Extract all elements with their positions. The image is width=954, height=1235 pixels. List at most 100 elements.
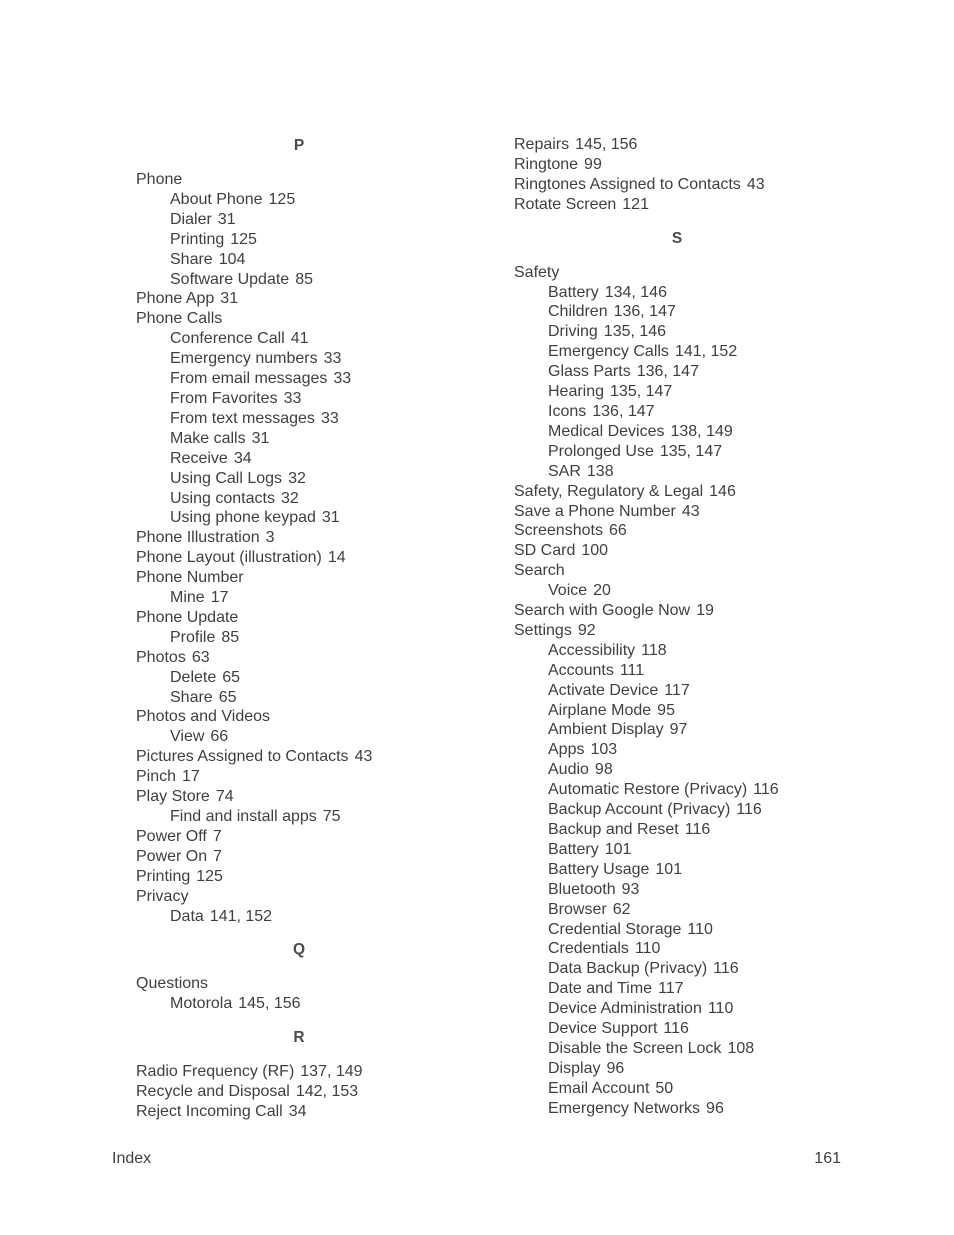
index-page-ref[interactable]: 66 — [609, 522, 627, 539]
index-page-ref[interactable]: 85 — [221, 629, 239, 646]
index-page-ref[interactable]: 135, 147 — [660, 443, 722, 460]
index-page-ref[interactable]: 125 — [196, 868, 223, 885]
index-page-ref[interactable]: 31 — [220, 290, 238, 307]
index-entry: Phone App 31 — [136, 289, 466, 309]
index-page-ref[interactable]: 116 — [713, 960, 739, 977]
index-page-ref[interactable]: 33 — [324, 350, 342, 367]
index-term: Email Account — [548, 1079, 650, 1097]
index-page-ref[interactable]: 104 — [219, 251, 246, 268]
index-page-ref[interactable]: 138, 149 — [670, 423, 732, 440]
index-term: Reject Incoming Call — [136, 1103, 283, 1121]
index-page-ref[interactable]: 110 — [635, 940, 661, 957]
index-page-ref[interactable]: 145, 156 — [238, 995, 300, 1012]
index-page-ref[interactable]: 96 — [606, 1060, 624, 1077]
index-page-ref[interactable]: 65 — [219, 689, 237, 706]
index-page-ref[interactable]: 96 — [706, 1100, 724, 1117]
index-page-ref[interactable]: 103 — [590, 741, 617, 758]
index-page-ref[interactable]: 17 — [182, 768, 200, 785]
index-term: Ringtones Assigned to Contacts — [514, 175, 741, 193]
index-page-ref[interactable]: 31 — [218, 211, 236, 228]
index-page-ref[interactable]: 63 — [192, 649, 210, 666]
index-page-ref[interactable]: 117 — [658, 980, 684, 997]
index-page-ref[interactable]: 95 — [657, 702, 675, 719]
index-page-ref[interactable]: 100 — [581, 542, 608, 559]
index-page-ref[interactable]: 17 — [211, 589, 229, 606]
index-page-ref[interactable]: 125 — [269, 191, 296, 208]
index-entry: Search with Google Now 19 — [514, 601, 844, 621]
index-page-ref[interactable]: 101 — [655, 861, 682, 878]
index-page-ref[interactable]: 92 — [578, 622, 596, 639]
index-page-ref[interactable]: 43 — [747, 176, 765, 193]
index-page-ref[interactable]: 136, 147 — [637, 363, 699, 380]
index-page-ref[interactable]: 145, 156 — [575, 136, 637, 153]
index-page-ref[interactable]: 32 — [281, 490, 299, 507]
index-subentry: Using Call Logs 32 — [136, 469, 466, 489]
index-page-ref[interactable]: 136, 147 — [592, 403, 654, 420]
index-page-ref[interactable]: 7 — [213, 848, 222, 865]
index-page-ref[interactable]: 14 — [328, 549, 346, 566]
index-page-ref[interactable]: 34 — [289, 1103, 307, 1120]
index-page-ref[interactable]: 31 — [322, 509, 340, 526]
index-page-ref[interactable]: 3 — [266, 529, 275, 546]
index-page-ref[interactable]: 75 — [323, 808, 341, 825]
index-page-ref[interactable]: 141, 152 — [675, 343, 737, 360]
index-page-ref[interactable]: 50 — [655, 1080, 673, 1097]
index-term: Data Backup (Privacy) — [548, 960, 708, 978]
index-page-ref[interactable]: 125 — [230, 231, 257, 248]
index-page-ref[interactable]: 33 — [284, 390, 302, 407]
index-page-ref[interactable]: 97 — [670, 721, 688, 738]
index-page-ref[interactable]: 110 — [708, 1000, 734, 1017]
index-page-ref[interactable]: 137, 149 — [300, 1063, 362, 1080]
index-page-ref[interactable]: 41 — [291, 330, 309, 347]
index-term: Children — [548, 303, 608, 321]
index-page-ref[interactable]: 65 — [222, 669, 240, 686]
index-page-ref[interactable]: 34 — [234, 450, 252, 467]
index-entry: Save a Phone Number 43 — [514, 502, 844, 522]
index-page-ref[interactable]: 43 — [682, 503, 700, 520]
index-page-ref[interactable]: 136, 147 — [614, 303, 676, 320]
index-page-ref[interactable]: 85 — [295, 271, 313, 288]
index-page-ref[interactable]: 62 — [613, 901, 631, 918]
index-page-ref[interactable]: 33 — [321, 410, 339, 427]
index-page-ref[interactable]: 31 — [252, 430, 270, 447]
index-page-ref[interactable]: 141, 152 — [210, 908, 272, 925]
index-page-ref[interactable]: 135, 147 — [610, 383, 672, 400]
index-entry: Pinch 17 — [136, 767, 466, 787]
index-page-ref[interactable]: 142, 153 — [296, 1083, 358, 1100]
index-term: Backup and Reset — [548, 821, 679, 838]
index-column-right: Repairs 145, 156 Ringtone 99 Ringtones Assig… — [514, 135, 844, 1119]
index-subentry: Delete 65 — [136, 668, 466, 688]
index-page-ref[interactable]: 108 — [727, 1040, 754, 1057]
index-term: Battery — [548, 283, 599, 301]
index-subentry: Glass Parts 136, 147 — [514, 362, 844, 382]
index-page-ref[interactable]: 32 — [288, 470, 306, 487]
index-page-ref[interactable]: 116 — [685, 821, 711, 838]
index-page-ref[interactable]: 116 — [663, 1020, 689, 1037]
index-page-ref[interactable]: 110 — [687, 921, 713, 938]
index-page-ref[interactable]: 116 — [736, 801, 762, 818]
index-page-ref[interactable]: 93 — [622, 881, 640, 898]
index-page-ref[interactable]: 66 — [210, 728, 228, 745]
index-page-ref[interactable]: 116 — [753, 781, 779, 798]
index-page-ref[interactable]: 7 — [213, 828, 222, 845]
index-page-ref[interactable]: 74 — [216, 788, 234, 805]
index-page-ref[interactable]: 111 — [620, 662, 644, 679]
index-page-ref[interactable]: 43 — [355, 748, 373, 765]
index-page-ref[interactable]: 121 — [622, 196, 649, 213]
index-page-ref[interactable]: 20 — [593, 582, 611, 599]
index-page-ref[interactable]: 117 — [664, 682, 690, 699]
index-page-ref[interactable]: 19 — [696, 602, 714, 619]
index-subentry: Children 136, 147 — [514, 302, 844, 322]
index-page-ref[interactable]: 101 — [605, 841, 632, 858]
index-page-ref[interactable]: 134, 146 — [605, 284, 667, 301]
index-page-ref[interactable]: 135, 146 — [604, 323, 666, 340]
index-page-ref[interactable]: 33 — [333, 370, 351, 387]
index-page-ref[interactable]: 99 — [584, 156, 602, 173]
index-page-ref[interactable]: 146 — [709, 483, 736, 500]
footer-section-label: Index — [112, 1150, 152, 1167]
index-term: Emergency Calls — [548, 343, 669, 361]
index-page-ref[interactable]: 98 — [595, 761, 613, 778]
index-page-ref[interactable]: 138 — [587, 463, 614, 480]
index-page-ref[interactable]: 118 — [641, 642, 667, 659]
index-subentry: Make calls 31 — [136, 429, 466, 449]
